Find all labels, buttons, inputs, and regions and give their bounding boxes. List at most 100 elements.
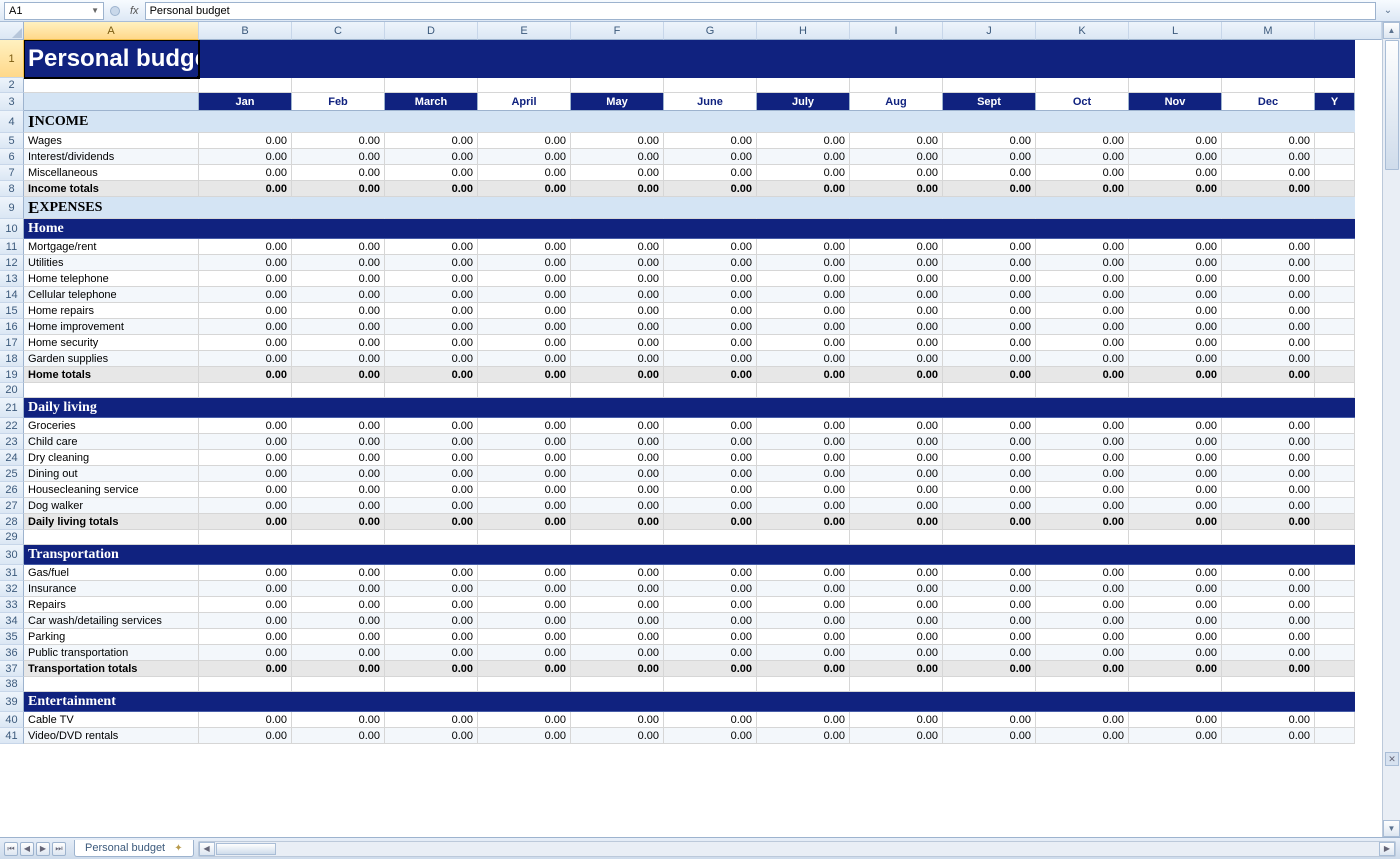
- value-cell[interactable]: 0.00: [1036, 645, 1129, 661]
- value-cell[interactable]: 0.00: [850, 565, 943, 581]
- value-cell[interactable]: 0.00: [571, 645, 664, 661]
- row-label[interactable]: Utilities: [24, 255, 199, 271]
- month-header-jan[interactable]: Jan: [199, 93, 292, 111]
- value-cell[interactable]: 0.00: [571, 597, 664, 613]
- value-cell[interactable]: 0.00: [478, 450, 571, 466]
- value-cell[interactable]: 0.00: [1222, 565, 1315, 581]
- value-cell[interactable]: 0.00: [1036, 255, 1129, 271]
- totals-cell[interactable]: 0.00: [664, 181, 757, 197]
- value-cell[interactable]: 0.00: [757, 581, 850, 597]
- row-header-22[interactable]: 22: [0, 418, 24, 434]
- value-cell[interactable]: 0.00: [850, 133, 943, 149]
- totals-cell[interactable]: 0.00: [571, 514, 664, 530]
- scroll-left-button[interactable]: ◀: [199, 842, 215, 856]
- value-cell[interactable]: 0.00: [943, 597, 1036, 613]
- value-cell[interactable]: 0.00: [1222, 255, 1315, 271]
- value-cell[interactable]: 0.00: [385, 239, 478, 255]
- value-cell[interactable]: 0.00: [850, 712, 943, 728]
- value-cell[interactable]: 0.00: [1129, 645, 1222, 661]
- totals-cell[interactable]: 0.00: [757, 514, 850, 530]
- row-label[interactable]: Parking: [24, 629, 199, 645]
- value-cell[interactable]: 0.00: [757, 239, 850, 255]
- row-label[interactable]: Groceries: [24, 418, 199, 434]
- totals-cell[interactable]: 0.00: [1036, 661, 1129, 677]
- totals-cell[interactable]: 0.00: [292, 181, 385, 197]
- value-cell[interactable]: 0.00: [571, 287, 664, 303]
- fx-icon[interactable]: fx: [130, 5, 139, 17]
- row-header-10[interactable]: 10: [0, 219, 24, 239]
- value-cell[interactable]: 0.00: [943, 351, 1036, 367]
- totals-label[interactable]: Income totals: [24, 181, 199, 197]
- value-cell[interactable]: 0.00: [943, 165, 1036, 181]
- value-cell[interactable]: 0.00: [478, 351, 571, 367]
- row-label[interactable]: Home repairs: [24, 303, 199, 319]
- value-cell[interactable]: 0.00: [1222, 613, 1315, 629]
- totals-cell[interactable]: 0.00: [1222, 181, 1315, 197]
- value-cell[interactable]: 0.00: [1129, 434, 1222, 450]
- value-cell[interactable]: 0.00: [385, 581, 478, 597]
- value-cell[interactable]: 0.00: [478, 239, 571, 255]
- row-header-5[interactable]: 5: [0, 133, 24, 149]
- value-cell[interactable]: 0.00: [943, 335, 1036, 351]
- column-header-C[interactable]: C: [292, 22, 385, 40]
- value-cell[interactable]: 0.00: [943, 629, 1036, 645]
- select-all-corner[interactable]: [0, 22, 24, 40]
- prev-sheet-button[interactable]: ◀: [20, 842, 34, 856]
- totals-cell[interactable]: 0.00: [1129, 181, 1222, 197]
- value-cell[interactable]: 0.00: [1222, 319, 1315, 335]
- value-cell[interactable]: 0.00: [571, 482, 664, 498]
- value-cell[interactable]: 0.00: [478, 613, 571, 629]
- value-cell[interactable]: 0.00: [1129, 597, 1222, 613]
- value-cell[interactable]: 0.00: [1129, 319, 1222, 335]
- column-header-M[interactable]: M: [1222, 22, 1315, 40]
- value-cell[interactable]: 0.00: [850, 149, 943, 165]
- value-cell[interactable]: 0.00: [943, 613, 1036, 629]
- row-header-21[interactable]: 21: [0, 398, 24, 418]
- value-cell[interactable]: 0.00: [199, 287, 292, 303]
- value-cell[interactable]: 0.00: [571, 728, 664, 744]
- row-label[interactable]: Insurance: [24, 581, 199, 597]
- value-cell[interactable]: 0.00: [1036, 287, 1129, 303]
- value-cell[interactable]: 0.00: [850, 597, 943, 613]
- value-cell[interactable]: 0.00: [478, 728, 571, 744]
- value-cell[interactable]: 0.00: [571, 629, 664, 645]
- totals-cell[interactable]: 0.00: [292, 661, 385, 677]
- value-cell[interactable]: 0.00: [757, 482, 850, 498]
- value-cell[interactable]: 0.00: [943, 482, 1036, 498]
- value-cell[interactable]: 0.00: [664, 165, 757, 181]
- value-cell[interactable]: 0.00: [292, 271, 385, 287]
- value-cell[interactable]: 0.00: [943, 450, 1036, 466]
- row-header-9[interactable]: 9: [0, 197, 24, 219]
- row-label[interactable]: Garden supplies: [24, 351, 199, 367]
- value-cell[interactable]: 0.00: [757, 303, 850, 319]
- column-header-B[interactable]: B: [199, 22, 292, 40]
- category-header[interactable]: Entertainment: [24, 692, 199, 712]
- value-cell[interactable]: 0.00: [571, 319, 664, 335]
- row-label[interactable]: Dry cleaning: [24, 450, 199, 466]
- value-cell[interactable]: 0.00: [199, 613, 292, 629]
- section-header[interactable]: EXPENSES: [24, 197, 199, 219]
- value-cell[interactable]: 0.00: [850, 303, 943, 319]
- value-cell[interactable]: 0.00: [199, 482, 292, 498]
- value-cell[interactable]: 0.00: [1036, 482, 1129, 498]
- totals-cell[interactable]: 0.00: [1222, 661, 1315, 677]
- value-cell[interactable]: 0.00: [1129, 239, 1222, 255]
- month-header-dec[interactable]: Dec: [1222, 93, 1315, 111]
- row-header-13[interactable]: 13: [0, 271, 24, 287]
- column-header-A[interactable]: A: [24, 22, 199, 40]
- value-cell[interactable]: 0.00: [292, 482, 385, 498]
- value-cell[interactable]: 0.00: [757, 133, 850, 149]
- value-cell[interactable]: 0.00: [478, 287, 571, 303]
- value-cell[interactable]: 0.00: [478, 271, 571, 287]
- value-cell[interactable]: 0.00: [1036, 434, 1129, 450]
- row-header-2[interactable]: 2: [0, 78, 24, 93]
- value-cell[interactable]: 0.00: [199, 466, 292, 482]
- column-header-partial[interactable]: [1315, 22, 1382, 40]
- value-cell[interactable]: 0.00: [1036, 629, 1129, 645]
- totals-cell[interactable]: 0.00: [1129, 661, 1222, 677]
- value-cell[interactable]: 0.00: [292, 712, 385, 728]
- value-cell[interactable]: 0.00: [199, 149, 292, 165]
- value-cell[interactable]: 0.00: [1036, 351, 1129, 367]
- value-cell[interactable]: 0.00: [199, 629, 292, 645]
- value-cell[interactable]: 0.00: [199, 645, 292, 661]
